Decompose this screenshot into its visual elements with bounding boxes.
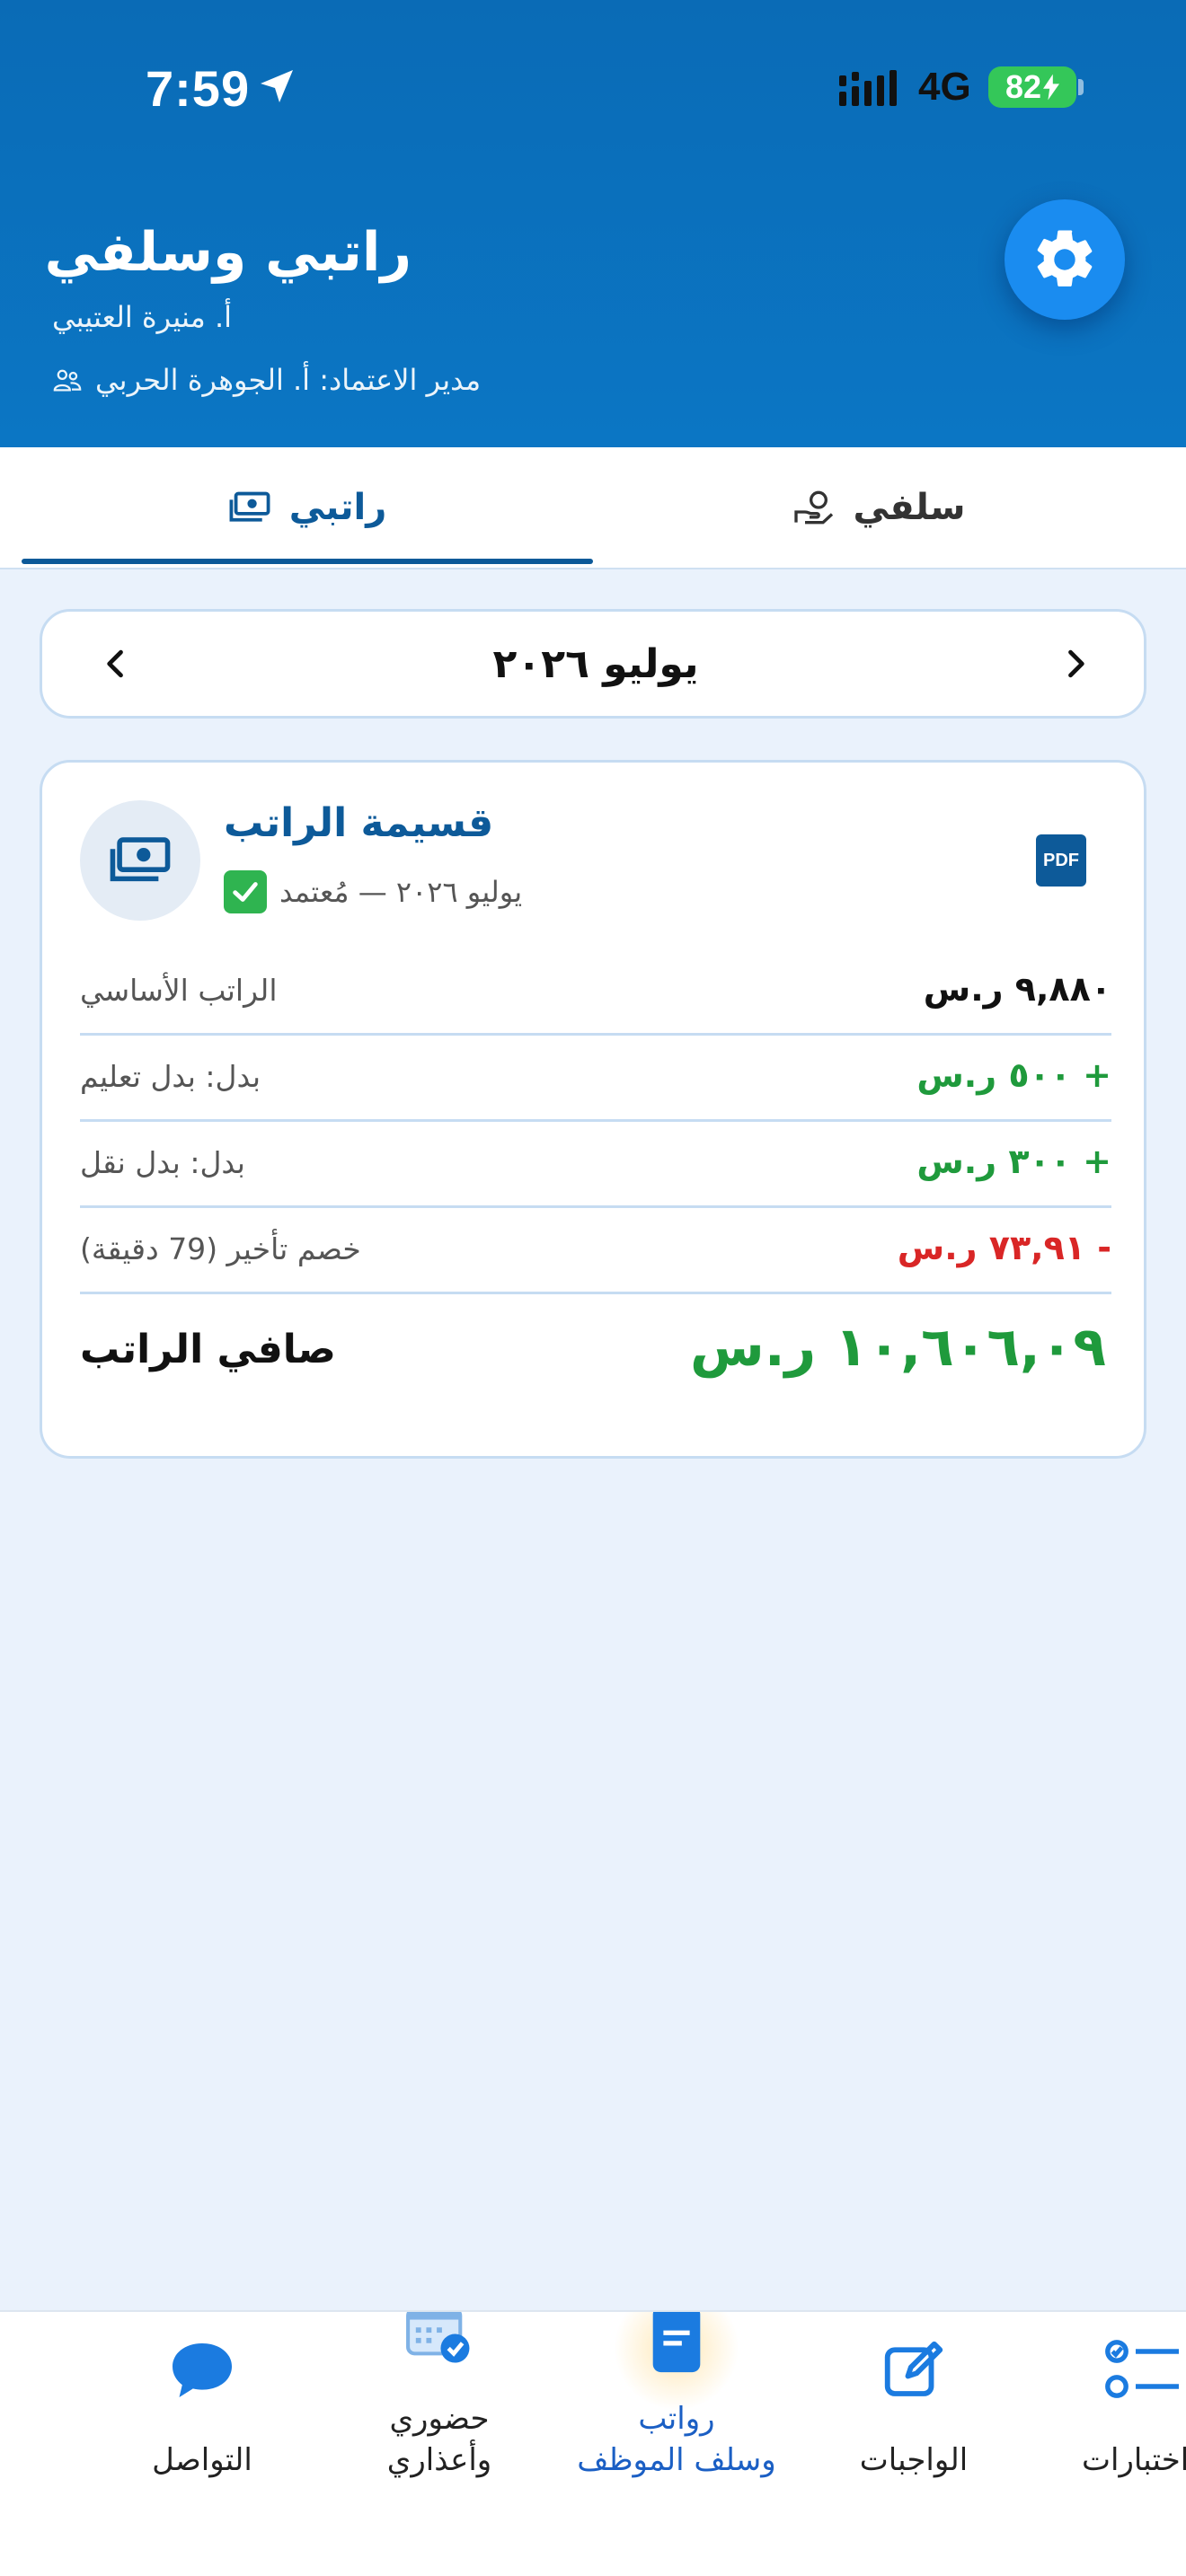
- row-value: - ٧٣,٩١ ر.س: [897, 1228, 1111, 1267]
- gear-icon: [1037, 230, 1093, 287]
- payslip-title: قسيمة الراتب: [224, 800, 494, 846]
- nav-item-label: الواجبات: [859, 2442, 969, 2478]
- approver-line: مدير الاعتماد: أ. الجوهرة الحربي: [52, 363, 481, 397]
- active-tab-indicator: [22, 559, 593, 564]
- row-value: + ٥٠٠ ر.س: [916, 1055, 1111, 1095]
- user-name: أ. منيرة العتيبي: [52, 300, 232, 334]
- payslip-avatar: [80, 800, 200, 921]
- approver-text: مدير الاعتماد: أ. الجوهرة الحربي: [95, 363, 482, 397]
- nav-item-exams[interactable]: اختبارات: [1031, 2312, 1186, 2519]
- clipboard-icon: [652, 2312, 701, 2373]
- pdf-download-button[interactable]: PDF: [1036, 834, 1086, 887]
- cellular-signal-icon: [839, 70, 897, 106]
- location-arrow-icon: [261, 70, 293, 102]
- nav-label-line-2: وسلف الموظف: [577, 2442, 776, 2478]
- nav-item-attendance[interactable]: حضوري وأعذاري: [327, 2312, 552, 2519]
- tab-my-advances-label: سلفي: [853, 487, 966, 528]
- nav-item-partial[interactable]: د ا: [0, 2312, 90, 2519]
- net-salary-value: ١٠,٦٠٦,٠٩ ر.س: [690, 1316, 1106, 1379]
- payslip-row-education-allowance: بدل: بدل تعليم + ٥٠٠ ر.س: [80, 1036, 1111, 1122]
- nav-item-label: د ا: [0, 2398, 90, 2481]
- app-header: 7:59 4G 82 راتبي وسلفي أ. منيرة العتيبي: [0, 0, 1186, 447]
- settings-button[interactable]: [1005, 199, 1125, 320]
- nav-item-label: حضوري وأعذاري: [327, 2398, 552, 2481]
- network-type: 4G: [918, 65, 971, 109]
- row-label: بدل: بدل نقل: [80, 1145, 245, 1180]
- nav-item-label: رواتب وسلف الموظف: [564, 2398, 789, 2481]
- payslip-subtitle-text: يوليو ٢٠٢٦ — مُعتمد: [279, 875, 523, 909]
- battery-indicator: 82: [988, 66, 1076, 108]
- hand-coin-icon: [793, 490, 833, 525]
- nav-item-communication[interactable]: التواصل: [90, 2312, 314, 2519]
- nav-label-line-2: وأعذاري: [386, 2442, 492, 2478]
- bottom-navigation: اختبارات الواجبات رواتب وسلف الموظف حضور…: [0, 2310, 1186, 2576]
- nav-label-line-1: حضوري: [389, 2401, 490, 2437]
- row-value: + ٣٠٠ ر.س: [916, 1142, 1111, 1181]
- payslip-card: قسيمة الراتب يوليو ٢٠٢٦ — مُعتمد PDF الر…: [40, 760, 1146, 1459]
- row-label: بدل: بدل تعليم: [80, 1059, 261, 1094]
- money-bill-icon: [110, 837, 171, 882]
- money-bill-icon: [229, 491, 270, 522]
- pdf-icon: PDF: [1043, 850, 1079, 870]
- battery-level: 82: [1005, 68, 1042, 105]
- charging-bolt-icon: [1043, 74, 1060, 101]
- row-value: ٩,٨٨٠ ر.س: [923, 969, 1111, 1009]
- tab-bar: سلفي راتبي: [0, 447, 1186, 569]
- status-bar: 7:59 4G 82: [0, 54, 1186, 117]
- tab-my-advances[interactable]: سلفي: [593, 447, 1164, 568]
- payslip-row-transport-allowance: بدل: بدل نقل + ٣٠٠ ر.س: [80, 1122, 1111, 1208]
- status-time: 7:59: [146, 60, 251, 117]
- page-title: راتبي وسلفي: [44, 221, 412, 284]
- battery-cap: [1078, 79, 1084, 95]
- nav-item-label: اختبارات: [1082, 2442, 1186, 2478]
- nav-label-line-1: رواتب: [638, 2401, 715, 2437]
- nav-item-salaries-advances[interactable]: رواتب وسلف الموظف: [564, 2312, 789, 2519]
- payslip-row-late-deduction: خصم تأخير (79 دقيقة) - ٧٣,٩١ ر.س: [80, 1208, 1111, 1294]
- chevron-left-icon[interactable]: [96, 644, 136, 684]
- row-label: خصم تأخير (79 دقيقة): [80, 1231, 361, 1266]
- chevron-right-icon[interactable]: [1056, 644, 1095, 684]
- checklist-icon: [1105, 2340, 1179, 2398]
- chat-bubble-icon: [173, 2343, 232, 2397]
- row-label: الراتب الأساسي: [80, 973, 278, 1008]
- people-icon: [53, 369, 82, 392]
- month-label: يوليو ٢٠٢٦: [492, 640, 699, 687]
- edit-square-icon: [884, 2341, 943, 2396]
- nav-item-homework[interactable]: الواجبات: [801, 2312, 1026, 2519]
- payslip-subtitle: يوليو ٢٠٢٦ — مُعتمد: [224, 870, 522, 913]
- payslip-row-base-salary: الراتب الأساسي ٩,٨٨٠ ر.س: [80, 949, 1111, 1036]
- month-selector: يوليو ٢٠٢٦: [40, 609, 1146, 719]
- approved-check-icon: [224, 870, 267, 913]
- tab-my-salary[interactable]: راتبي: [22, 447, 593, 568]
- tab-my-salary-label: راتبي: [288, 487, 387, 528]
- net-salary-label: صافي الراتب: [80, 1327, 336, 1372]
- calendar-check-icon: [406, 2312, 470, 2363]
- nav-item-label: التواصل: [152, 2442, 252, 2478]
